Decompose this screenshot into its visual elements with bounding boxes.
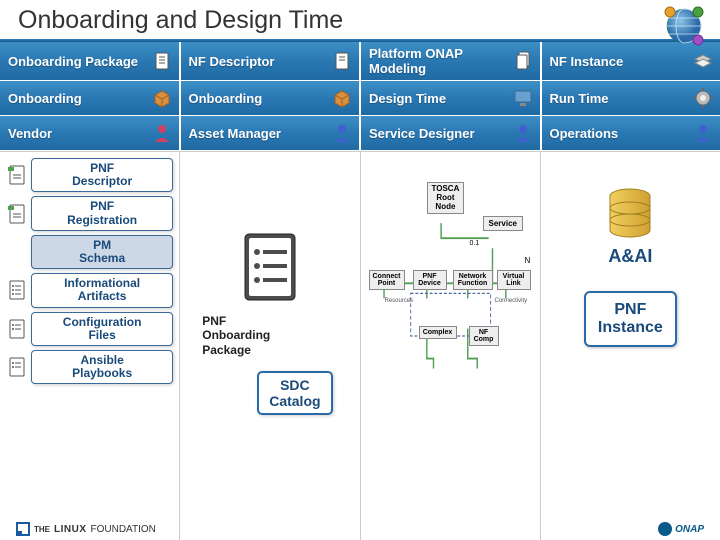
package-label: PNF Onboarding Package	[202, 314, 270, 357]
layer-icon	[692, 50, 714, 72]
list-doc-icon	[6, 318, 28, 340]
tosca-root-node: TOSCA Root Node	[427, 182, 465, 214]
column-nf-descriptor: PNF Onboarding Package SDC Catalog	[180, 152, 360, 540]
linux-foundation-logo: THE LINUX FOUNDATION	[16, 522, 156, 536]
header-table: Onboarding Package NF Descriptor Platfor…	[0, 42, 720, 151]
monitor-icon	[512, 87, 534, 109]
person-icon	[151, 122, 173, 144]
virtual-link-node: Virtual Link	[497, 270, 531, 290]
artifact-label: PNF Descriptor	[31, 158, 173, 192]
cell-0-2: Platform ONAP Modeling	[361, 42, 542, 80]
pnf-instance-box: PNF Instance	[584, 291, 677, 347]
globe-network-icon	[660, 2, 708, 50]
artifact-pnf-descriptor: PNF Descriptor	[6, 158, 173, 192]
artifact-pm-schema: PM Schema	[6, 235, 173, 269]
cell-0-0: Onboarding Package	[0, 42, 181, 80]
cell-2-2: Service Designer	[361, 116, 542, 150]
onap-circle-icon	[658, 522, 672, 536]
cell-1-2: Design Time	[361, 81, 542, 115]
cell-1-0: Onboarding	[0, 81, 181, 115]
pnf-device-node: PNF Device	[413, 270, 447, 290]
artifact-informational: Informational Artifacts	[6, 273, 173, 307]
box-icon	[331, 87, 353, 109]
title-bar: Onboarding and Design Time	[0, 0, 720, 39]
connectivity-label: Connectivity	[495, 298, 528, 304]
tagged-doc-icon	[6, 203, 28, 225]
cell-2-1: Asset Manager	[181, 116, 362, 150]
artifact-label: Informational Artifacts	[31, 273, 173, 307]
database-icon	[607, 188, 653, 238]
n-label: N	[525, 256, 531, 265]
cell-2-3: Operations	[542, 116, 720, 150]
column-nf-instance: A&AI PNF Instance	[541, 152, 720, 540]
main-columns: PNF Descriptor PNF Registration PM Schem…	[0, 151, 720, 540]
artifact-label: Configuration Files	[31, 312, 173, 346]
page-title: Onboarding and Design Time	[18, 6, 343, 34]
table-row: Vendor Asset Manager Service Designer Op…	[0, 116, 720, 151]
aai-label: A&AI	[608, 246, 652, 267]
artifact-label: PNF Registration	[31, 196, 173, 230]
resources-label: Resources	[385, 298, 414, 304]
list-doc-icon	[6, 356, 28, 378]
column-onboarding-package: PNF Descriptor PNF Registration PM Schem…	[0, 152, 180, 540]
person-icon	[331, 122, 353, 144]
box-icon	[151, 87, 173, 109]
artifact-list: PNF Descriptor PNF Registration PM Schem…	[4, 158, 175, 384]
complex-node: Complex	[419, 326, 457, 339]
onap-logo: ONAP	[658, 522, 704, 536]
cell-0-1: NF Descriptor	[181, 42, 362, 80]
document-icon	[331, 50, 353, 72]
ratio-label: 0.1	[470, 240, 480, 247]
column-platform-modeling: TOSCA Root Node Service 0.1 N Connect Po…	[361, 152, 541, 540]
artifact-configuration-files: Configuration Files	[6, 312, 173, 346]
sdc-catalog-box: SDC Catalog	[257, 371, 332, 415]
nf-comp-node: NF Comp	[469, 326, 499, 346]
artifact-label: PM Schema	[31, 235, 173, 269]
service-node: Service	[483, 216, 523, 231]
document-icon	[151, 50, 173, 72]
network-function-node: Network Function	[453, 270, 493, 290]
cell-2-0: Vendor	[0, 116, 181, 150]
person-icon	[692, 122, 714, 144]
footer: THE LINUX FOUNDATION ONAP	[0, 522, 720, 536]
table-row: Onboarding Package NF Descriptor Platfor…	[0, 42, 720, 81]
list-doc-icon	[6, 279, 28, 301]
slide: Onboarding and Design Time Onboarding Pa…	[0, 0, 720, 540]
artifact-ansible-playbooks: Ansible Playbooks	[6, 350, 173, 384]
tagged-doc-icon	[6, 164, 28, 186]
artifact-pnf-registration: PNF Registration	[6, 196, 173, 230]
table-row: Onboarding Onboarding Design Time Run Ti…	[0, 81, 720, 116]
person-icon	[512, 122, 534, 144]
package-document-icon	[235, 228, 305, 308]
document-stack-icon	[512, 50, 534, 72]
artifact-label: Ansible Playbooks	[31, 350, 173, 384]
gear-icon	[692, 87, 714, 109]
cell-1-3: Run Time	[542, 81, 720, 115]
cell-1-1: Onboarding	[181, 81, 362, 115]
connect-point-node: Connect Point	[369, 270, 405, 290]
